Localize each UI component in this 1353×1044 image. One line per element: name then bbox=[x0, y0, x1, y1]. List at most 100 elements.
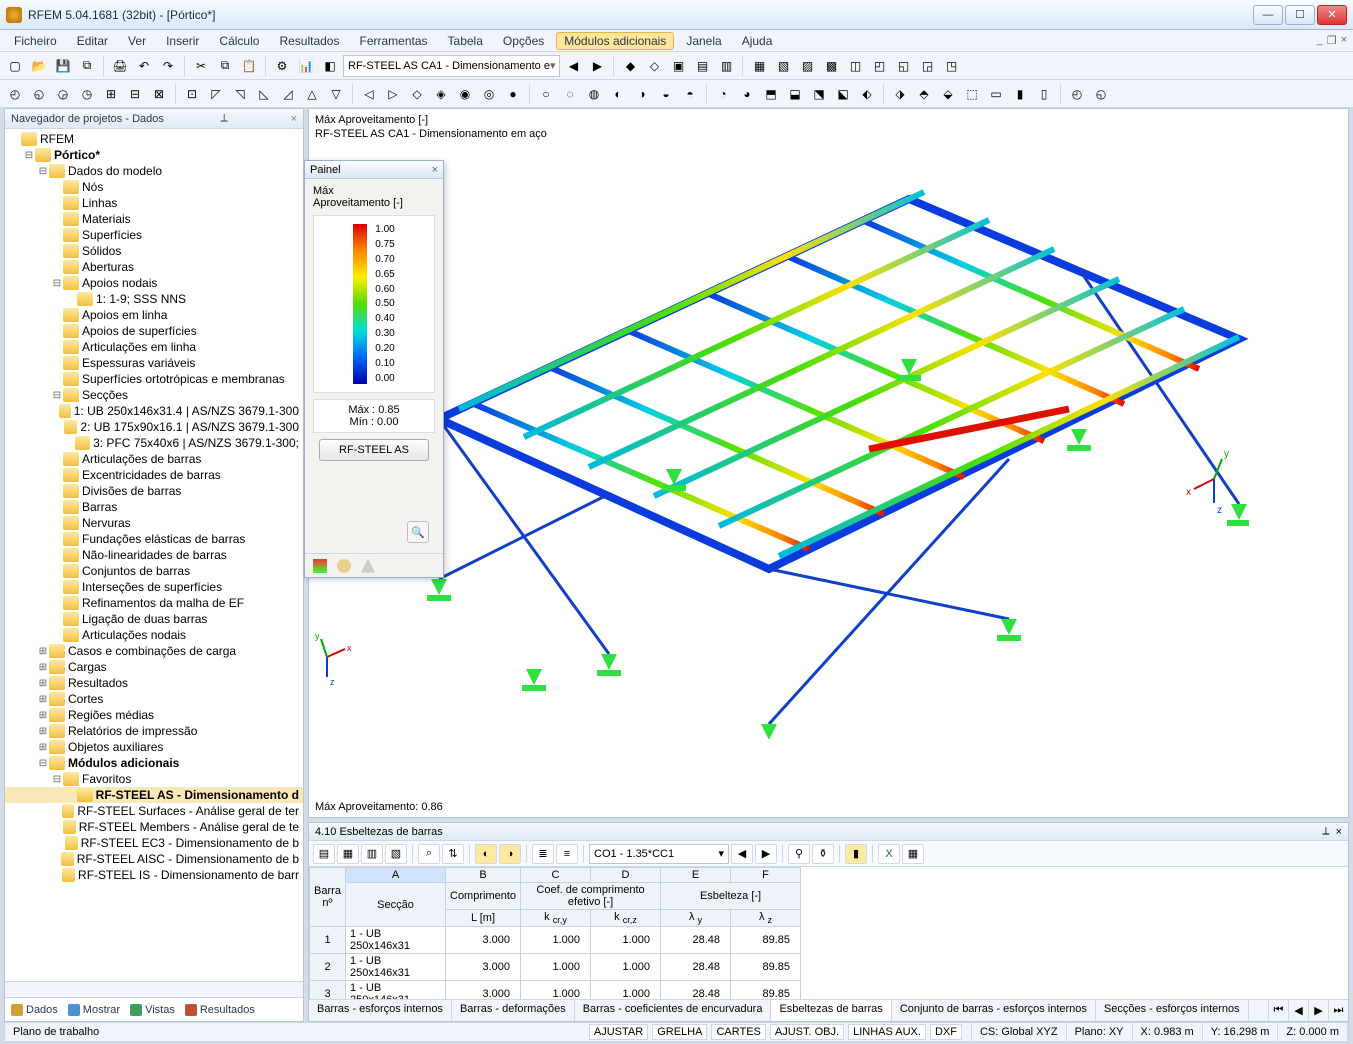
tree-item[interactable]: RF-STEEL AS - Dimensionamento d bbox=[5, 787, 303, 803]
tree-item[interactable]: Materiais bbox=[5, 211, 303, 227]
close-icon[interactable]: × bbox=[432, 164, 438, 176]
tool2-1[interactable]: ◵ bbox=[28, 83, 50, 105]
tree-item[interactable]: Nós bbox=[5, 179, 303, 195]
tb-e-icon[interactable]: ▥ bbox=[715, 55, 737, 77]
nav-next-icon[interactable]: ▶ bbox=[586, 55, 608, 77]
open-icon[interactable]: 📂 bbox=[28, 55, 50, 77]
undo-icon[interactable]: ↶ bbox=[133, 55, 155, 77]
tb-l-icon[interactable]: ◱ bbox=[892, 55, 914, 77]
mdi-minimize-icon[interactable]: _ bbox=[1317, 34, 1323, 47]
tool2-4[interactable]: ⊞ bbox=[100, 83, 122, 105]
close-icon[interactable]: × bbox=[1336, 826, 1342, 838]
tool2-42[interactable]: ◴ bbox=[1066, 83, 1088, 105]
model-3d-view[interactable]: Máx Aproveitamento [-] RF-STEEL AS CA1 -… bbox=[308, 108, 1349, 818]
table-tab[interactable]: Barras - deformações bbox=[452, 1000, 575, 1021]
tabs-next-icon[interactable]: ▶ bbox=[1308, 1000, 1328, 1021]
tb-g-icon[interactable]: ▧ bbox=[772, 55, 794, 77]
tree-item[interactable]: RF-STEEL EC3 - Dimensionamento de b bbox=[5, 835, 303, 851]
pin-icon[interactable]: ⟂ bbox=[1322, 825, 1329, 838]
tool2-32[interactable]: ⬔ bbox=[808, 83, 830, 105]
calc-icon[interactable]: ⚙ bbox=[271, 55, 293, 77]
tree-item[interactable]: 2: UB 175x90x16.1 | AS/NZS 3679.1-300 bbox=[5, 419, 303, 435]
tree-item[interactable]: Refinamentos da malha de EF bbox=[5, 595, 303, 611]
new-icon[interactable]: ▢ bbox=[4, 55, 26, 77]
panel-tab-2-icon[interactable] bbox=[337, 559, 351, 573]
tree-item[interactable]: RF-STEEL Surfaces - Análise geral de ter bbox=[5, 803, 303, 819]
magnify-icon[interactable]: 🔍 bbox=[407, 521, 429, 543]
tree-item[interactable]: ⊞Resultados bbox=[5, 675, 303, 691]
tree-item[interactable]: Linhas bbox=[5, 195, 303, 211]
tree-item[interactable]: RF-STEEL AISC - Dimensionamento de b bbox=[5, 851, 303, 867]
tbl-color-icon[interactable]: ▮ bbox=[845, 844, 867, 864]
tree-item[interactable]: Ligação de duas barras bbox=[5, 611, 303, 627]
menu-ferramentas[interactable]: Ferramentas bbox=[351, 32, 435, 50]
tb-b-icon[interactable]: ◇ bbox=[643, 55, 665, 77]
tree-item[interactable]: Excentricidades de barras bbox=[5, 467, 303, 483]
tool2-6[interactable]: ⊠ bbox=[148, 83, 170, 105]
tool2-17[interactable]: ◈ bbox=[430, 83, 452, 105]
table-combo[interactable]: CO1 - 1.35*CC1 ▾ bbox=[589, 844, 729, 864]
menu-ficheiro[interactable]: Ficheiro bbox=[6, 32, 65, 50]
tree-item[interactable]: ⊞Relatórios de impressão bbox=[5, 723, 303, 739]
tbl-nav-next[interactable]: ▶ bbox=[755, 844, 777, 864]
tool2-18[interactable]: ◉ bbox=[454, 83, 476, 105]
menu-módulos-adicionais[interactable]: Módulos adicionais bbox=[556, 32, 674, 50]
tree-item[interactable]: Interseções de superfícies bbox=[5, 579, 303, 595]
tree-item[interactable]: Conjuntos de barras bbox=[5, 563, 303, 579]
tree-item[interactable]: Articulações nodais bbox=[5, 627, 303, 643]
status-toggle-cartes[interactable]: CARTES bbox=[711, 1024, 765, 1040]
tool2-35[interactable]: ⬗ bbox=[889, 83, 911, 105]
panel-tab-1-icon[interactable] bbox=[313, 559, 327, 573]
tb-m-icon[interactable]: ◲ bbox=[916, 55, 938, 77]
tree-item[interactable]: Apoios de superfícies bbox=[5, 323, 303, 339]
tb-c-icon[interactable]: ▣ bbox=[667, 55, 689, 77]
tree-item[interactable]: Aberturas bbox=[5, 259, 303, 275]
tabs-last-icon[interactable]: ⏭ bbox=[1328, 1000, 1348, 1021]
tree-item[interactable]: ⊞Cargas bbox=[5, 659, 303, 675]
legend-panel[interactable]: Painel× Máx Aproveitamento [-] 1.000.750… bbox=[304, 160, 444, 578]
tool2-22[interactable]: ◌ bbox=[559, 83, 581, 105]
status-toggle-grelha[interactable]: GRELHA bbox=[652, 1024, 707, 1040]
menu-janela[interactable]: Janela bbox=[678, 32, 729, 50]
tree-item[interactable]: Superfícies ortotrópicas e membranas bbox=[5, 371, 303, 387]
tool2-34[interactable]: ⬖ bbox=[856, 83, 878, 105]
tool2-28[interactable]: ◔ bbox=[712, 83, 734, 105]
tree-item[interactable]: ⊟Pórtico* bbox=[5, 147, 303, 163]
tbl-btn-8[interactable]: ◑ bbox=[499, 844, 521, 864]
tbl-excel-icon[interactable]: X bbox=[878, 844, 900, 864]
table-tab[interactable]: Esbeltezas de barras bbox=[771, 1000, 891, 1021]
tbl-btn-2[interactable]: ▦ bbox=[337, 844, 359, 864]
tree-item[interactable]: Espessuras variáveis bbox=[5, 355, 303, 371]
nav-tab-dados[interactable]: Dados bbox=[11, 1004, 58, 1016]
tbl-nav-prev[interactable]: ◀ bbox=[731, 844, 753, 864]
tool2-26[interactable]: ◒ bbox=[655, 83, 677, 105]
tool2-12[interactable]: △ bbox=[301, 83, 323, 105]
status-toggle-ajust. obj.[interactable]: AJUST. OBJ. bbox=[770, 1024, 844, 1040]
module-icon[interactable]: ◧ bbox=[319, 55, 341, 77]
tbl-export-icon[interactable]: ▦ bbox=[902, 844, 924, 864]
tool2-3[interactable]: ◷ bbox=[76, 83, 98, 105]
cut-icon[interactable]: ✂ bbox=[190, 55, 212, 77]
navigator-tree[interactable]: RFEM⊟Pórtico*⊟Dados do modeloNósLinhasMa… bbox=[5, 129, 303, 981]
tool2-38[interactable]: ⬚ bbox=[961, 83, 983, 105]
tree-item[interactable]: Divisões de barras bbox=[5, 483, 303, 499]
tree-item[interactable]: Fundações elásticas de barras bbox=[5, 531, 303, 547]
save-icon[interactable]: 💾 bbox=[52, 55, 74, 77]
tool2-15[interactable]: ▷ bbox=[382, 83, 404, 105]
tree-item[interactable]: Sólidos bbox=[5, 243, 303, 259]
tbl-btn-10[interactable]: ≡ bbox=[556, 844, 578, 864]
table-tab[interactable]: Secções - esforços internos bbox=[1096, 1000, 1249, 1021]
status-toggle-linhas aux.[interactable]: LINHAS AUX. bbox=[848, 1024, 926, 1040]
tool2-36[interactable]: ⬘ bbox=[913, 83, 935, 105]
window-maximize-icon[interactable]: ☐ bbox=[1285, 5, 1315, 25]
mdi-close-icon[interactable]: × bbox=[1341, 34, 1347, 47]
nav-tab-mostrar[interactable]: Mostrar bbox=[68, 1004, 120, 1016]
tool2-43[interactable]: ◵ bbox=[1090, 83, 1112, 105]
table-tab[interactable]: Barras - coeficientes de encurvadura bbox=[575, 1000, 772, 1021]
tabs-first-icon[interactable]: ⏮ bbox=[1268, 1000, 1288, 1021]
module-combo[interactable]: RF-STEEL AS CA1 - Dimensionamento e ▾ bbox=[343, 55, 560, 77]
status-toggle-ajustar[interactable]: AJUSTAR bbox=[589, 1024, 648, 1040]
tool2-31[interactable]: ⬓ bbox=[784, 83, 806, 105]
tree-item[interactable]: RFEM bbox=[5, 131, 303, 147]
tree-item[interactable]: ⊟Módulos adicionais bbox=[5, 755, 303, 771]
